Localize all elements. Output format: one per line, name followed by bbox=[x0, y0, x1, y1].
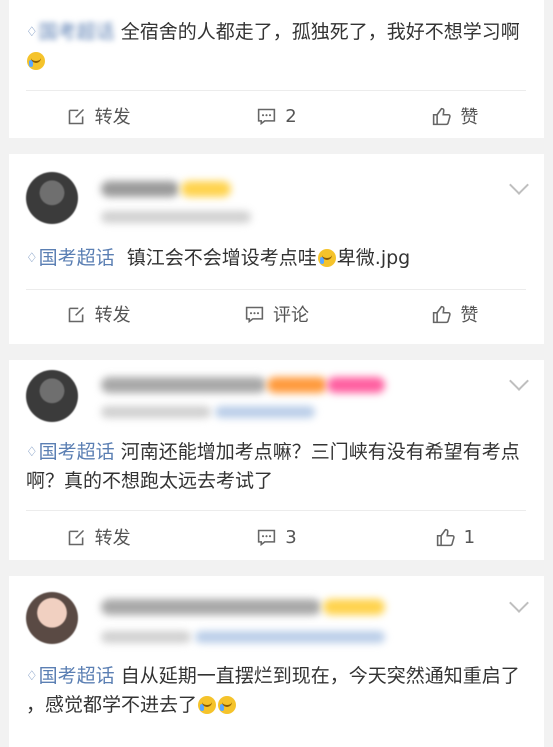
card-gap bbox=[9, 344, 544, 360]
diamond-topic-icon: ♢ bbox=[26, 445, 38, 460]
like-label: 赞 bbox=[460, 305, 479, 326]
username-blurred[interactable] bbox=[101, 181, 179, 197]
weibo-feed: ♢国考超话 全宿舍的人都走了，孤独死了，我好不想学习啊 转发 2 赞 ♢国考超话… bbox=[9, 0, 544, 747]
crying-emoji-icon bbox=[198, 696, 217, 714]
post-text-4[interactable]: ♢国考超话 自从延期一直摆烂到现在，今天突然通知重启了 ，感觉都学不进去了 bbox=[26, 662, 526, 719]
like-button[interactable]: 1 bbox=[366, 515, 544, 559]
post-header-3 bbox=[9, 360, 544, 424]
topic-link[interactable]: 国考超话 bbox=[39, 247, 115, 269]
repost-label: 转发 bbox=[94, 305, 131, 326]
post-header-2 bbox=[9, 154, 544, 224]
post-header-4 bbox=[9, 576, 544, 644]
chevron-down-icon[interactable] bbox=[509, 371, 529, 391]
post-source-blurred bbox=[195, 631, 385, 643]
comment-icon bbox=[258, 108, 276, 125]
username-blurred[interactable] bbox=[101, 377, 266, 393]
divider bbox=[26, 289, 526, 290]
repost-button[interactable]: 转发 bbox=[9, 292, 187, 336]
avatar[interactable] bbox=[26, 172, 78, 224]
repost-label: 转发 bbox=[94, 528, 131, 549]
level-badge bbox=[327, 377, 385, 393]
like-button[interactable]: 赞 bbox=[366, 94, 544, 138]
action-bar-2: 转发 评论 赞 bbox=[9, 292, 544, 336]
diamond-topic-icon: ♢ bbox=[26, 25, 38, 40]
post-body: 镇江会不会增设考点哇 bbox=[126, 247, 317, 269]
avatar[interactable] bbox=[26, 592, 78, 644]
action-bar-1: 转发 2 赞 bbox=[9, 94, 544, 138]
topic-link[interactable]: 国考超话 bbox=[39, 665, 115, 687]
topic-link[interactable]: 国考超话 bbox=[39, 441, 115, 463]
topic-link[interactable]: 国考超话 bbox=[39, 21, 115, 43]
chevron-down-icon[interactable] bbox=[509, 593, 529, 613]
thumbs-up-icon bbox=[433, 107, 452, 125]
post-text-1[interactable]: ♢国考超话 全宿舍的人都走了，孤独死了，我好不想学习啊 bbox=[26, 18, 526, 75]
repost-button[interactable]: 转发 bbox=[9, 94, 187, 138]
diamond-topic-icon: ♢ bbox=[26, 669, 38, 684]
like-button[interactable]: 赞 bbox=[366, 292, 544, 336]
comment-button[interactable]: 2 bbox=[187, 94, 365, 138]
comment-label: 评论 bbox=[272, 305, 309, 326]
comment-button[interactable]: 3 bbox=[187, 515, 365, 559]
action-bar-3: 转发 3 1 bbox=[9, 515, 544, 559]
divider bbox=[26, 90, 526, 91]
post-card-4: ♢国考超话 自从延期一直摆烂到现在，今天突然通知重启了 ，感觉都学不进去了 bbox=[9, 576, 544, 747]
card-gap bbox=[9, 560, 544, 576]
avatar[interactable] bbox=[26, 370, 78, 422]
post-card-2: ♢国考超话 镇江会不会增设考点哇 卑微.jpg 转发 评论 赞 bbox=[9, 154, 544, 344]
post-text-2[interactable]: ♢国考超话 镇江会不会增设考点哇 卑微.jpg bbox=[26, 244, 526, 273]
post-meta-blurred bbox=[101, 211, 251, 223]
crying-emoji-icon bbox=[218, 696, 237, 714]
edit-share-icon bbox=[68, 108, 84, 124]
post-meta-blurred bbox=[101, 631, 191, 643]
like-count: 1 bbox=[463, 526, 476, 548]
comment-button[interactable]: 评论 bbox=[187, 292, 365, 336]
post-source-blurred bbox=[215, 406, 315, 418]
card-gap bbox=[9, 138, 544, 154]
comment-count: 2 bbox=[285, 105, 297, 127]
post-meta-blurred bbox=[101, 406, 211, 418]
edit-share-icon bbox=[68, 306, 84, 322]
crying-emoji-icon bbox=[317, 249, 336, 267]
comment-icon bbox=[245, 306, 264, 323]
member-badge bbox=[323, 599, 385, 615]
repost-button[interactable]: 转发 bbox=[9, 515, 187, 559]
repost-label: 转发 bbox=[94, 107, 131, 128]
member-badge bbox=[181, 181, 231, 197]
chevron-down-icon[interactable] bbox=[509, 175, 529, 195]
crying-emoji-icon bbox=[27, 52, 45, 70]
like-label: 赞 bbox=[460, 107, 479, 128]
divider bbox=[26, 510, 526, 511]
post-body: 全宿舍的人都走了，孤独死了，我好不想学习啊 bbox=[120, 21, 520, 43]
edit-share-icon bbox=[68, 529, 84, 545]
username-blurred[interactable] bbox=[101, 599, 321, 615]
diamond-topic-icon: ♢ bbox=[26, 251, 38, 266]
comment-icon bbox=[258, 529, 276, 546]
comment-count: 3 bbox=[285, 526, 297, 548]
member-badge bbox=[267, 377, 327, 393]
post-text-3[interactable]: ♢国考超话 河南还能增加考点嘛？三门峡有没有希望有考点啊？真的不想跑太远去考试了 bbox=[26, 438, 526, 495]
post-body-tail: 卑微.jpg bbox=[336, 247, 411, 269]
thumbs-up-icon bbox=[436, 528, 455, 546]
post-card-3: ♢国考超话 河南还能增加考点嘛？三门峡有没有希望有考点啊？真的不想跑太远去考试了… bbox=[9, 360, 544, 560]
thumbs-up-icon bbox=[433, 305, 452, 323]
post-card-1: ♢国考超话 全宿舍的人都走了，孤独死了，我好不想学习啊 转发 2 赞 bbox=[9, 0, 544, 138]
